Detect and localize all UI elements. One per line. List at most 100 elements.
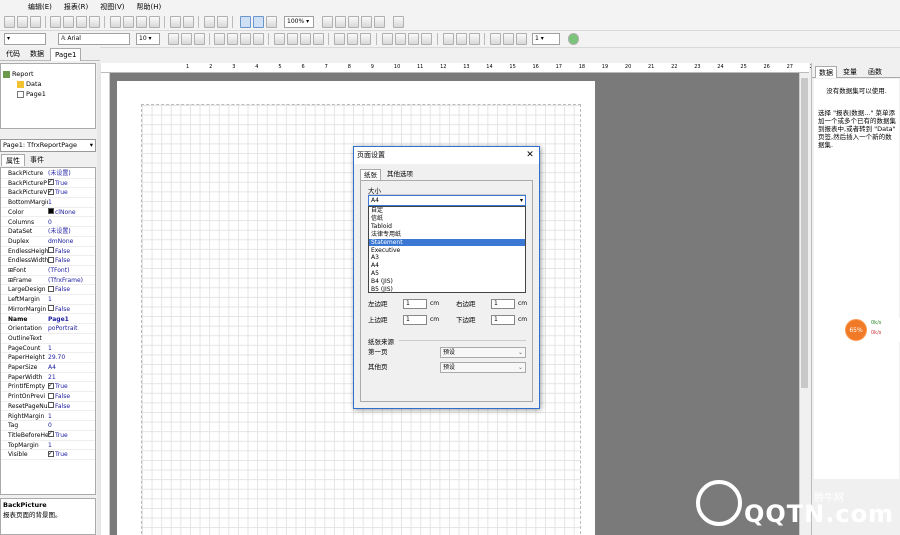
property-value-cell[interactable]: (TFont) — [48, 266, 69, 275]
frame-bottom-icon[interactable] — [395, 33, 406, 45]
tab-functions[interactable]: 函数 — [865, 66, 885, 78]
property-row[interactable]: ResetPageNu False — [1, 402, 95, 412]
tab-events[interactable]: 事件 — [26, 154, 48, 166]
property-row[interactable]: TitleBeforeHe True — [1, 431, 95, 441]
property-row[interactable]: Name Page1 — [1, 315, 95, 325]
align-left-icon[interactable] — [274, 33, 285, 45]
property-checkbox[interactable] — [48, 450, 54, 458]
paper-size-option[interactable]: A4 — [369, 262, 525, 270]
ungroup-icon[interactable] — [217, 16, 228, 28]
property-row[interactable]: Duplex dmNone — [1, 237, 95, 247]
frame-style-icon[interactable] — [516, 33, 527, 45]
save-icon[interactable] — [30, 16, 41, 28]
font-size-combo[interactable]: 10 ▾ — [136, 33, 160, 45]
property-value-cell[interactable]: False — [48, 285, 70, 294]
tab-properties[interactable]: 属性 — [1, 154, 25, 166]
network-speed-widget[interactable]: 65% 0k/s 0k/s — [845, 317, 900, 343]
align-top-icon[interactable] — [334, 33, 345, 45]
left-margin-input[interactable]: 1 — [403, 299, 427, 309]
property-checkbox[interactable] — [48, 285, 54, 292]
frame-all-icon[interactable] — [443, 33, 454, 45]
paper-size-select[interactable]: A4 ▾ — [368, 195, 526, 206]
property-value-cell[interactable]: 0 — [48, 421, 52, 430]
property-value-cell[interactable]: False — [48, 247, 70, 256]
cut-icon[interactable] — [110, 16, 121, 28]
property-value-cell[interactable]: False — [48, 305, 70, 314]
tab-variables[interactable]: 变量 — [840, 66, 860, 78]
property-value-cell[interactable]: True — [48, 382, 68, 391]
tree-node-report[interactable]: Report — [3, 70, 34, 79]
paste-icon[interactable] — [136, 16, 147, 28]
property-row[interactable]: PrintIfEmpty True — [1, 382, 95, 393]
frame-left-icon[interactable] — [408, 33, 419, 45]
property-row[interactable]: PaperSize A4 — [1, 363, 95, 373]
open-icon[interactable] — [17, 16, 28, 28]
fit-grid-icon[interactable] — [266, 16, 277, 28]
property-checkbox[interactable] — [48, 402, 54, 409]
property-checkbox[interactable] — [48, 431, 54, 439]
property-checkbox[interactable] — [48, 305, 54, 312]
tab-page1[interactable]: Page1 — [50, 48, 82, 61]
style-icon[interactable] — [348, 16, 359, 28]
group-icon[interactable] — [204, 16, 215, 28]
first-page-source-select[interactable]: 预设 ⌄ — [440, 347, 526, 358]
paper-size-option[interactable]: 法律专用纸 — [369, 231, 525, 239]
underline-icon[interactable] — [194, 33, 205, 45]
property-row[interactable]: RightMargin 1 — [1, 412, 95, 422]
property-value-cell[interactable]: A4 — [48, 363, 56, 372]
property-row[interactable]: ⊞Frame (TfrxFrame) — [1, 276, 95, 286]
property-value-cell[interactable]: False — [48, 402, 70, 411]
frame-right-icon[interactable] — [421, 33, 432, 45]
shadow-icon[interactable] — [469, 33, 480, 45]
edit-icon[interactable] — [568, 33, 579, 45]
tab-paper[interactable]: 纸张 — [360, 169, 381, 180]
tree-node-page1[interactable]: Page1 — [17, 90, 46, 99]
property-row[interactable]: Tag 0 — [1, 421, 95, 431]
property-value-cell[interactable]: 1 — [48, 412, 52, 421]
paper-size-option[interactable]: A3 — [369, 254, 525, 262]
highlight-icon[interactable] — [240, 33, 251, 45]
scrollbar-thumb[interactable] — [801, 78, 808, 388]
font-color-icon[interactable] — [227, 33, 238, 45]
property-value-cell[interactable]: 29.70 — [48, 353, 65, 362]
property-row[interactable]: EndlessWidth False — [1, 256, 95, 266]
property-row[interactable]: MirrorMargin False — [1, 305, 95, 315]
property-value-cell[interactable]: True — [48, 431, 68, 440]
fill-color-icon[interactable] — [490, 33, 501, 45]
menu-view[interactable]: 视图(V) — [94, 0, 130, 14]
property-value-cell[interactable]: (TfrxFrame) — [48, 276, 83, 285]
paper-size-option[interactable]: A5 — [369, 270, 525, 278]
property-row[interactable]: PaperHeight 29.70 — [1, 353, 95, 363]
zoom-combo[interactable]: 100% ▾ — [284, 16, 314, 28]
property-value-cell[interactable]: 1 — [48, 295, 52, 304]
page-settings-icon[interactable] — [393, 16, 404, 28]
property-row[interactable]: BackPictureV True — [1, 188, 95, 199]
print-icon[interactable] — [361, 16, 372, 28]
property-value-cell[interactable]: 1 — [48, 344, 52, 353]
font-settings-icon[interactable] — [214, 33, 225, 45]
tab-data[interactable]: 数据 — [26, 48, 48, 61]
paper-size-option[interactable]: B4 (JIS) — [369, 278, 525, 286]
property-value-cell[interactable]: False — [48, 256, 70, 265]
tab-code[interactable]: 代码 — [2, 48, 24, 61]
object-selector[interactable]: Page1: TfrxReportPage ▾ — [0, 139, 96, 152]
rotate-text-icon[interactable] — [253, 33, 264, 45]
paper-size-option[interactable]: 信纸 — [369, 215, 525, 223]
redo-icon[interactable] — [183, 16, 194, 28]
property-checkbox[interactable] — [48, 382, 54, 391]
property-row[interactable]: OutlineText — [1, 334, 95, 344]
line-width-combo[interactable]: 1 ▾ — [532, 33, 560, 45]
tree-node-data[interactable]: Data — [17, 80, 42, 89]
property-row[interactable]: BackPictureP True — [1, 179, 95, 189]
delete-page-icon[interactable] — [89, 16, 100, 28]
property-value-cell[interactable]: True — [48, 450, 68, 459]
menu-edit[interactable]: 编辑(E) — [22, 0, 58, 14]
align-bottom-icon[interactable] — [360, 33, 371, 45]
property-row[interactable]: BottomMargin 1 — [1, 198, 95, 208]
bold-icon[interactable] — [168, 33, 179, 45]
paper-size-option[interactable]: Statement — [369, 238, 525, 247]
tab-data-tree[interactable]: 数据 — [815, 66, 837, 78]
menu-report[interactable]: 报表(R) — [58, 0, 94, 14]
vertical-scrollbar[interactable] — [799, 73, 809, 535]
property-checkbox[interactable] — [48, 256, 54, 263]
